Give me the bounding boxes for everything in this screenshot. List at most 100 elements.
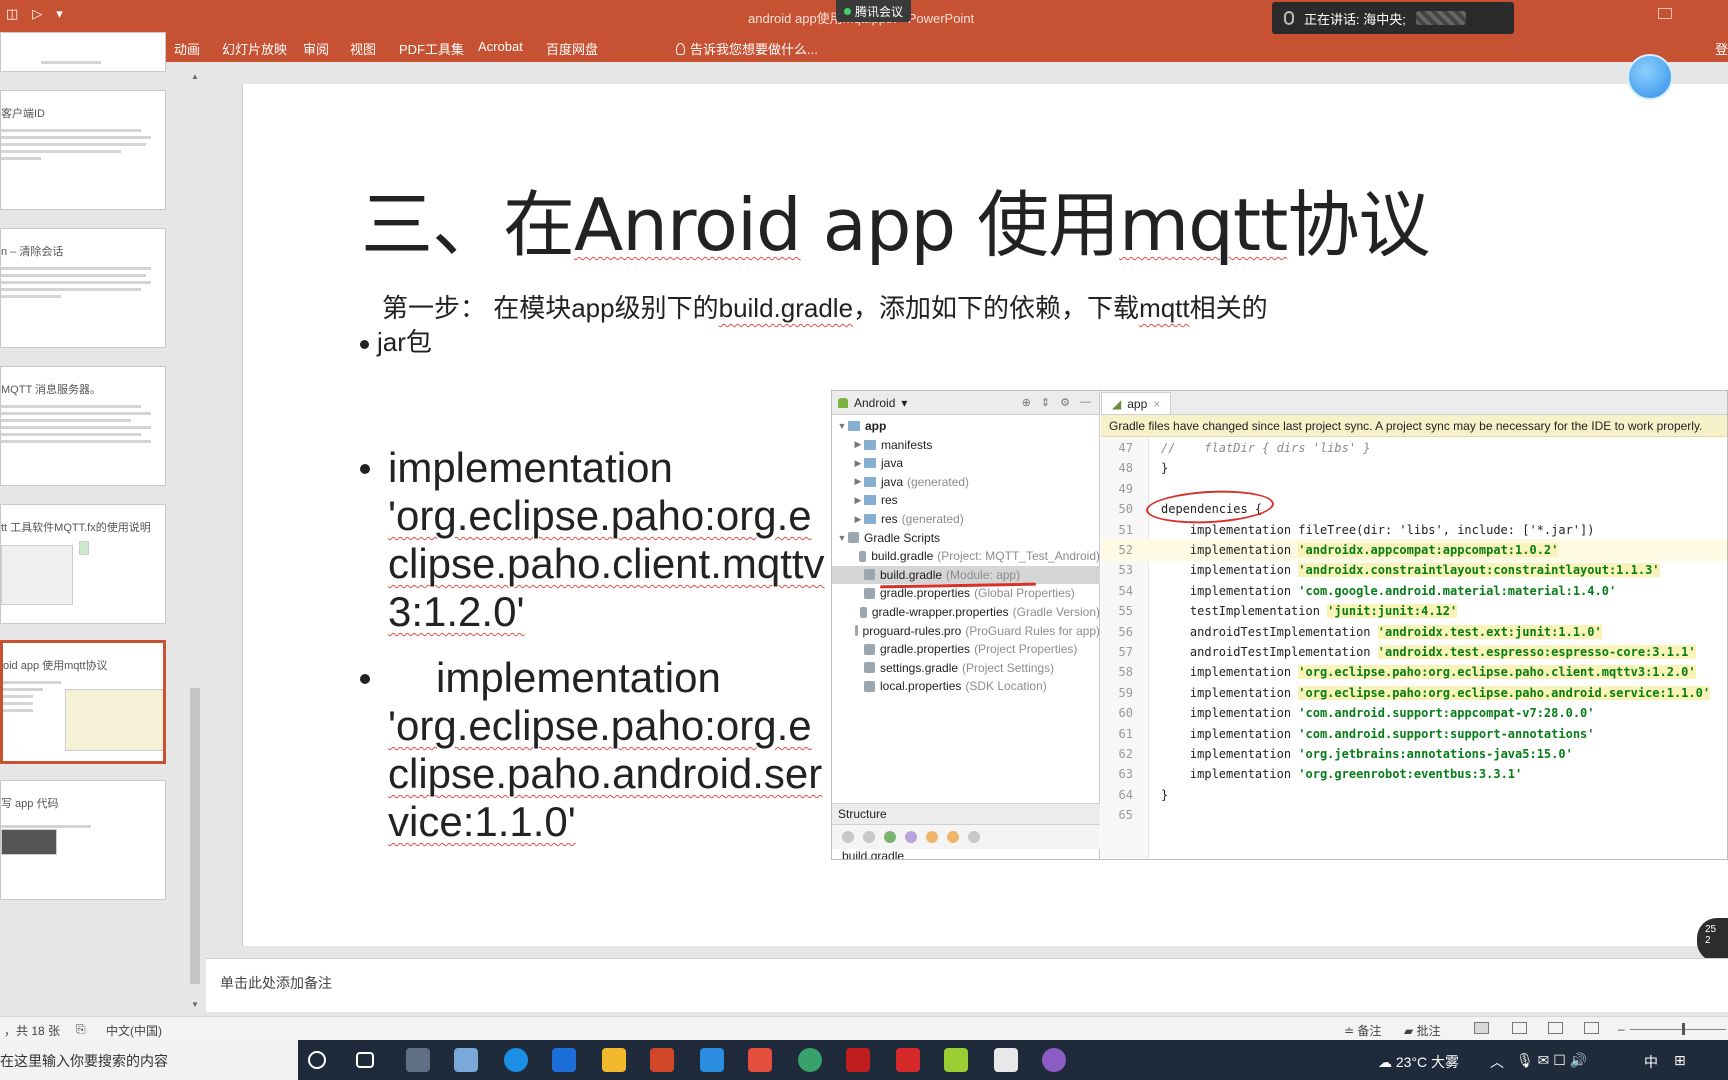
meeting-badge[interactable]: 腾讯会议 bbox=[836, 0, 912, 22]
video-controls[interactable] bbox=[1, 829, 57, 855]
notepad-icon[interactable] bbox=[944, 1048, 968, 1072]
meeting-label: 腾讯会议 bbox=[855, 4, 904, 19]
folder-icon bbox=[864, 495, 876, 506]
thumbnail-body bbox=[3, 677, 63, 716]
line-number: 65 bbox=[1118, 808, 1133, 823]
code-line: 62 implementation 'org.jetbrains:annotat… bbox=[1101, 743, 1727, 765]
file-explorer-icon[interactable] bbox=[602, 1048, 626, 1072]
thumbnail-body bbox=[1, 125, 161, 164]
line-number: 62 bbox=[1118, 747, 1133, 761]
code-text: } bbox=[1141, 461, 1168, 475]
reading-view-icon[interactable] bbox=[1548, 1022, 1563, 1034]
floating-assistant-icon[interactable] bbox=[1627, 54, 1673, 100]
code-line: 60 implementation 'com.android.support:a… bbox=[1101, 702, 1727, 724]
powerpoint-icon[interactable] bbox=[650, 1048, 674, 1072]
customize-qat-icon[interactable]: ▾ bbox=[56, 6, 63, 22]
tree-item-detail: (ProGuard Rules for app) bbox=[965, 623, 1100, 638]
dependency-bullet-1[interactable]: implementation 'org.eclipse.paho:org.ecl… bbox=[360, 444, 828, 636]
step-one-text[interactable]: 第一步： 在模块app级别下的build.gradle，添加如下的依赖，下载mq… bbox=[382, 288, 1268, 325]
input-mode-icon[interactable]: ⊞ bbox=[1674, 1052, 1686, 1069]
language-indicator[interactable]: 中文(中国) bbox=[106, 1022, 162, 1039]
meeting-app-icon[interactable] bbox=[552, 1048, 576, 1072]
thumbnail-image bbox=[65, 689, 163, 751]
tell-me-search[interactable]: 告诉我您想要做什么... bbox=[676, 39, 818, 58]
tray-chevron-icon[interactable]: ︿ bbox=[1490, 1052, 1504, 1072]
slide-thumbnail[interactable]: 客户端ID bbox=[0, 90, 166, 210]
scroll-down-icon[interactable]: ▼ bbox=[190, 1000, 200, 1010]
tab-slideshow[interactable]: 幻灯片放映 bbox=[222, 39, 287, 58]
code-line: 64} bbox=[1101, 784, 1727, 806]
line-number: 53 bbox=[1118, 563, 1133, 578]
tree-item-detail: (Global Properties) bbox=[974, 586, 1075, 601]
app-icon[interactable] bbox=[846, 1048, 870, 1072]
ime-indicator[interactable]: 中 bbox=[1644, 1052, 1658, 1072]
tree-item-detail: (SDK Location) bbox=[965, 679, 1047, 694]
tab-baidu-netdisk[interactable]: 百度网盘 bbox=[546, 39, 598, 58]
zoom-slider[interactable] bbox=[1630, 1029, 1726, 1030]
zoom-slider-knob[interactable] bbox=[1682, 1023, 1685, 1035]
editor-tab-app: ◢ app × bbox=[1101, 392, 1172, 414]
zoom-out-icon[interactable]: – bbox=[1618, 1022, 1625, 1036]
gradle-file-icon bbox=[864, 680, 875, 692]
network-speed-widget[interactable]: 25 2 bbox=[1697, 918, 1728, 962]
ide-screenshot[interactable]: Android ▾ ⊕ ⇕ ⚙ — ▼ app ▶ manifests ▶ java ▶ java(… bbox=[831, 390, 1728, 860]
weather-widget[interactable]: ☁ 23°C 大雾 bbox=[1378, 1052, 1459, 1072]
code-line: 47 // flatDir { dirs 'libs' } bbox=[1101, 437, 1727, 459]
slide-sorter-icon[interactable] bbox=[1512, 1022, 1527, 1034]
tree-item: ▶ manifests bbox=[832, 436, 1100, 454]
tab-animations[interactable]: 动画 bbox=[174, 39, 200, 58]
app-icon[interactable] bbox=[798, 1048, 822, 1072]
dictionary-app-icon[interactable] bbox=[896, 1048, 920, 1072]
comments-button[interactable]: ▰ 批注 bbox=[1404, 1022, 1441, 1039]
tray-icons[interactable]: 🎙 ✉ ☐ 🔊 bbox=[1516, 1052, 1587, 1069]
save-icon[interactable]: ◫ bbox=[6, 6, 18, 22]
title-part-misspelled: Anroid bbox=[574, 183, 802, 267]
tab-acrobat[interactable]: Acrobat bbox=[478, 39, 523, 54]
task-view-icon[interactable] bbox=[356, 1052, 374, 1068]
tree-item: gradle.properties (Project Properties) bbox=[832, 640, 1100, 658]
tab-view[interactable]: 视图 bbox=[350, 39, 376, 58]
dependency-bullet-2[interactable]: implementation 'org.eclipse.paho:org.ecl… bbox=[360, 654, 828, 846]
slideshow-view-icon[interactable] bbox=[1584, 1022, 1599, 1034]
start-slideshow-icon[interactable]: ▷ bbox=[32, 6, 42, 22]
step-text-part: 第一步： 在模块app级别下的 bbox=[382, 293, 719, 323]
project-panel-header: Android ▾ ⊕ ⇕ ⚙ — bbox=[832, 391, 1099, 415]
scrollbar-thumb[interactable] bbox=[190, 688, 200, 984]
line-number: 58 bbox=[1118, 665, 1133, 680]
browser-icon[interactable] bbox=[504, 1048, 528, 1072]
slide-title[interactable]: 三、在Anroid app 使用mqtt协议 bbox=[361, 166, 1430, 271]
tree-item-detail: (Project Settings) bbox=[962, 660, 1055, 675]
login-button[interactable]: 登 bbox=[1715, 39, 1728, 58]
tree-item-label: build.gradle bbox=[880, 567, 943, 582]
gradle-icon: ◢ bbox=[1112, 396, 1122, 411]
taskbar-search-box[interactable]: 在这里输入你要搜索的内容 bbox=[0, 1040, 298, 1080]
tab-review[interactable]: 审阅 bbox=[303, 39, 329, 58]
slide-thumbnail-selected[interactable]: oid app 使用mqtt协议 bbox=[0, 640, 166, 764]
step-one-text-continued[interactable]: jar包 bbox=[360, 322, 432, 359]
thumbnail-title: n – 清除会话 bbox=[1, 246, 64, 258]
app-icon[interactable] bbox=[454, 1048, 478, 1072]
android-icon bbox=[838, 397, 848, 408]
slide-thumbnail[interactable]: MQTT 消息服务器。 bbox=[0, 366, 166, 486]
notes-button[interactable]: ≐ 备注 bbox=[1344, 1022, 1381, 1039]
notes-pane[interactable]: 单击此处添加备注 bbox=[206, 958, 1728, 1012]
tab-pdf-tools[interactable]: PDF工具集 bbox=[399, 39, 464, 58]
normal-view-icon[interactable] bbox=[1474, 1022, 1489, 1034]
mqtt-fx-icon[interactable] bbox=[1042, 1048, 1066, 1072]
slide-thumbnail[interactable]: n – 清除会话 bbox=[0, 228, 166, 348]
speaker-avatar-blurred bbox=[1415, 11, 1466, 25]
app-icon[interactable] bbox=[406, 1048, 430, 1072]
app-icon[interactable] bbox=[748, 1048, 772, 1072]
typora-icon[interactable] bbox=[994, 1048, 1018, 1072]
cortana-icon[interactable] bbox=[308, 1051, 326, 1069]
tree-item-label: local.properties bbox=[880, 679, 962, 694]
spellcheck-icon[interactable]: ⎘ bbox=[76, 1022, 86, 1037]
slide-thumbnail[interactable]: 写 app 代码 bbox=[0, 780, 166, 900]
slide-thumbnail[interactable] bbox=[0, 32, 166, 72]
scroll-up-icon[interactable]: ▲ bbox=[190, 72, 200, 82]
tree-item-detail: (Gradle Version) bbox=[1012, 605, 1100, 619]
restore-window-icon[interactable] bbox=[1658, 8, 1672, 19]
slide-thumbnail[interactable]: tt 工具软件MQTT.fx的使用说明 bbox=[0, 504, 166, 624]
vscode-icon[interactable] bbox=[700, 1048, 724, 1072]
tell-me-label: 告诉我您想要做什么... bbox=[690, 42, 818, 57]
